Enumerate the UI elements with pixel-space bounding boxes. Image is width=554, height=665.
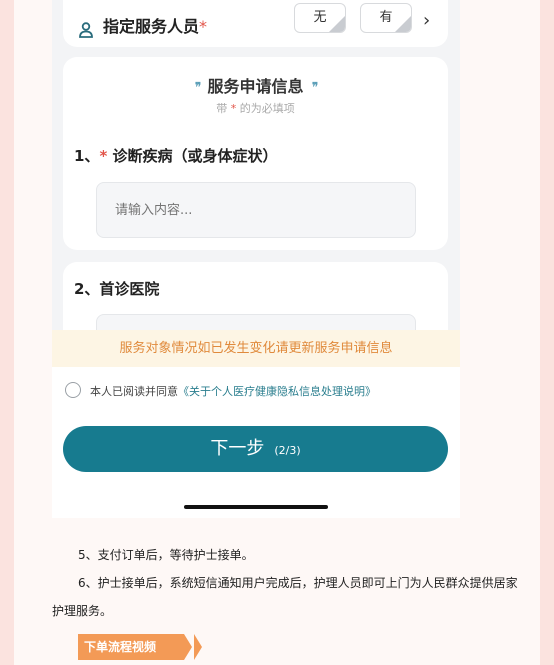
home-indicator [184, 505, 328, 509]
quote-icon: ❜❜ [311, 79, 319, 96]
agreement-row: 本人已阅读并同意《关于个人医疗健康隐私信息处理说明》 [52, 367, 460, 421]
arrow-icon [184, 634, 192, 660]
section-title: ❜❜ 服务申请信息 ❜❜ [194, 77, 319, 96]
staff-label: 指定服务人员* [103, 17, 208, 36]
privacy-policy-link[interactable]: 《关于个人医疗健康隐私信息处理说明》 [178, 385, 376, 398]
diagnosis-input[interactable] [96, 182, 416, 238]
phone-screenshot: 指定服务人员* 无 有 › ❜❜ 服务申请信息 ❜❜ 带 * 的为必填项 1、* 诊… [52, 0, 460, 518]
step-5-text: 5、支付订单后，等待护士接单。 [78, 548, 254, 562]
chevron-right-icon[interactable]: › [423, 10, 430, 31]
next-step-button[interactable]: 下一步 (2/3) [63, 426, 448, 472]
agreement-text: 本人已阅读并同意《关于个人医疗健康隐私信息处理说明》 [90, 385, 376, 398]
staff-card: 指定服务人员* 无 有 › [63, 0, 448, 47]
radio-icon[interactable] [65, 382, 81, 398]
section-subtitle: 带 * 的为必填项 [216, 102, 295, 115]
step-6-text: 6、护士接单后，系统短信通知用户完成后，护理人员即可上门为人民群众提供居家护理服… [52, 576, 518, 618]
hospital-label: 2、首诊医院 [74, 280, 160, 298]
service-info-card: ❜❜ 服务申请信息 ❜❜ 带 * 的为必填项 1、* 诊断疾病（或身体症状） [63, 57, 448, 250]
person-icon [79, 22, 93, 38]
page-background: 指定服务人员* 无 有 › ❜❜ 服务申请信息 ❜❜ 带 * 的为必填项 1、* 诊… [14, 0, 540, 665]
diagnosis-label: 1、* 诊断疾病（或身体症状） [74, 147, 278, 165]
order-video-label: 下单流程视频 [78, 634, 184, 660]
arrow-icon [194, 634, 202, 660]
quote-icon: ❜❜ [194, 79, 201, 96]
option-yes-button[interactable]: 有 [360, 3, 412, 33]
option-none-button[interactable]: 无 [294, 3, 346, 33]
update-notice: 服务对象情况如已发生变化请更新服务申请信息 [52, 330, 460, 367]
bottom-bar: 下一步 (2/3) [52, 421, 460, 518]
